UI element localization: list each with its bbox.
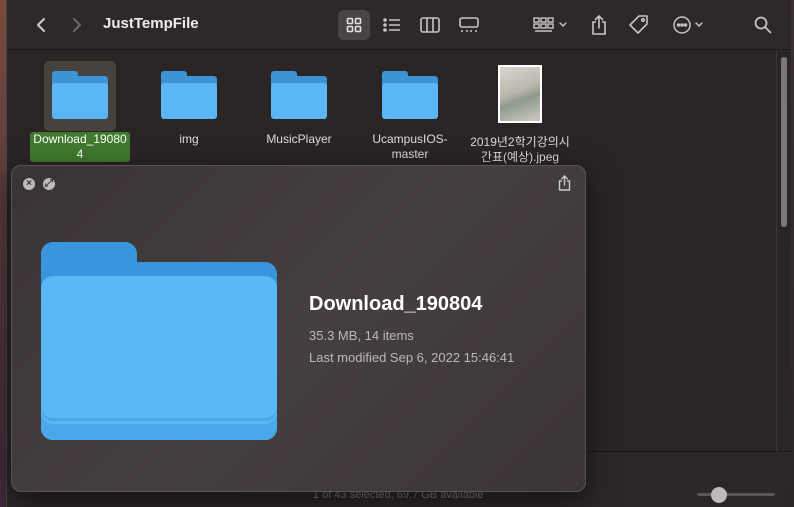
folder-icon xyxy=(50,71,110,123)
quick-look-panel: × ⤢ Download_190804 35.3 MB, 14 items La… xyxy=(11,165,586,492)
chevron-right-icon[interactable] xyxy=(65,10,89,40)
quick-look-size: 35.3 MB, 14 items xyxy=(309,328,414,343)
file-label: Download_19080 4 xyxy=(30,132,130,162)
icon-size-slider[interactable] xyxy=(697,493,775,496)
folder-icon xyxy=(41,242,279,442)
file-label: img xyxy=(179,132,199,146)
file-item-img[interactable]: img xyxy=(134,63,244,147)
file-label: 2019년2학기강의시 간표(예상).jpeg xyxy=(470,135,570,164)
grid-view-icon[interactable] xyxy=(338,10,370,40)
close-icon[interactable]: × xyxy=(23,178,35,190)
image-thumbnail xyxy=(498,65,542,123)
file-item-download[interactable]: Download_19080 4 xyxy=(25,61,135,162)
tag-icon[interactable] xyxy=(625,10,653,40)
share-icon[interactable] xyxy=(558,175,571,196)
slider-knob[interactable] xyxy=(711,487,727,503)
share-icon[interactable] xyxy=(585,10,613,40)
scrollbar-thumb[interactable] xyxy=(781,57,787,227)
toolbar: JustTempFile xyxy=(7,0,791,50)
folder-icon xyxy=(380,71,440,123)
gallery-view-icon[interactable] xyxy=(452,10,486,40)
more-actions-icon[interactable] xyxy=(669,10,709,40)
folder-icon xyxy=(159,71,219,123)
window-title: JustTempFile xyxy=(103,15,199,32)
file-label: UcampusIOS-master xyxy=(372,132,448,161)
file-item-musicplayer[interactable]: MusicPlayer xyxy=(244,63,354,147)
group-by-icon[interactable] xyxy=(529,10,573,40)
quick-look-modified: Last modified Sep 6, 2022 15:46:41 xyxy=(309,350,515,365)
chevron-left-icon[interactable] xyxy=(29,10,53,40)
column-view-icon[interactable] xyxy=(414,10,446,40)
file-item-jpeg[interactable]: 2019년2학기강의시 간표(예상).jpeg xyxy=(465,63,575,165)
file-label: MusicPlayer xyxy=(266,132,332,146)
search-icon[interactable] xyxy=(749,10,777,40)
file-item-ucampus[interactable]: UcampusIOS-master xyxy=(355,63,465,162)
list-view-icon[interactable] xyxy=(376,10,408,40)
vertical-scrollbar[interactable] xyxy=(776,51,790,451)
finder-window: JustTempFile Download_19080 4 img MusicP… xyxy=(6,0,791,507)
fullscreen-icon[interactable]: ⤢ xyxy=(43,178,55,190)
folder-icon xyxy=(269,71,329,123)
quick-look-title: Download_190804 xyxy=(309,293,483,315)
